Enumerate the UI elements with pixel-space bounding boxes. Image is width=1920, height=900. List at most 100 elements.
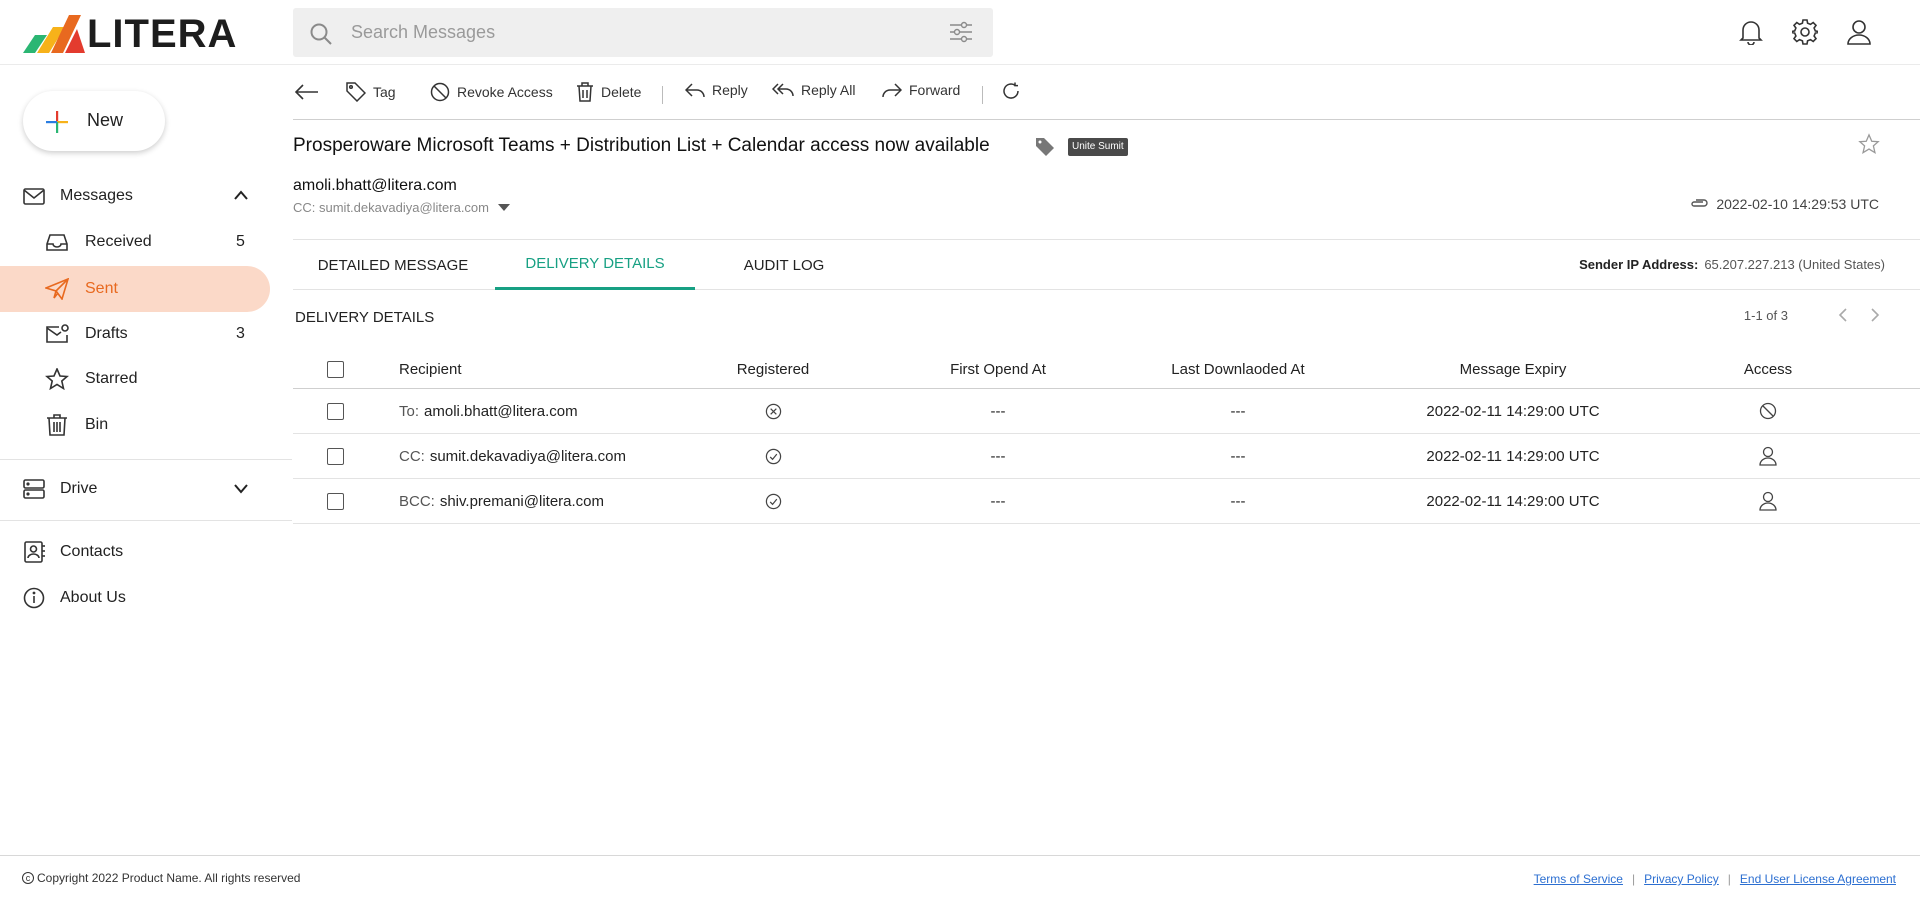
chevron-right-icon[interactable] bbox=[1870, 307, 1880, 323]
bell-icon[interactable] bbox=[1738, 18, 1764, 46]
toolbar-separator bbox=[982, 86, 983, 104]
col-first-opened[interactable]: First Opend At bbox=[893, 350, 1103, 388]
sidebar-messages[interactable]: Messages bbox=[0, 173, 270, 219]
chevron-down-icon[interactable] bbox=[233, 482, 249, 494]
sidebar-item-received[interactable]: Received 5 bbox=[0, 219, 270, 265]
sender-ip-value: 65.207.227.213 (United States) bbox=[1704, 257, 1885, 272]
expiry-value: 2022-02-11 14:29:00 UTC bbox=[1426, 402, 1600, 420]
cc-dropdown[interactable]: CC: sumit.dekavadiya@litera.com bbox=[293, 200, 510, 215]
sidebar-item-drafts[interactable]: Drafts 3 bbox=[0, 311, 270, 357]
recipient-type: BCC: bbox=[399, 492, 435, 510]
table-header: Recipient Registered First Opend At Last… bbox=[293, 350, 1920, 389]
forward-button-label: Forward bbox=[909, 82, 961, 98]
col-recipient[interactable]: Recipient bbox=[399, 350, 462, 388]
info-icon bbox=[23, 587, 45, 609]
search-input[interactable] bbox=[351, 18, 911, 47]
reply-all-button-label: Reply All bbox=[801, 82, 856, 98]
recipient-type: CC: bbox=[399, 447, 425, 465]
copyright-text: Copyright 2022 Product Name. All rights … bbox=[37, 871, 301, 885]
tag-outline-icon bbox=[346, 82, 366, 102]
pagination: 1-1 of 3 bbox=[1744, 307, 1880, 323]
chevron-left-icon[interactable] bbox=[1838, 307, 1848, 323]
recipient-email: shiv.premani@litera.com bbox=[439, 492, 605, 510]
revoke-access-button[interactable]: Revoke Access bbox=[430, 82, 553, 102]
privacy-link[interactable]: Privacy Policy bbox=[1644, 872, 1719, 886]
sidebar-item-starred[interactable]: Starred bbox=[0, 356, 270, 402]
tab-delivery-details[interactable]: DELIVERY DETAILS bbox=[495, 240, 695, 290]
user-icon[interactable] bbox=[1846, 18, 1872, 46]
sidebar-item-label: Bin bbox=[85, 416, 109, 433]
chevron-up-icon[interactable] bbox=[233, 189, 249, 201]
eula-link[interactable]: End User License Agreement bbox=[1740, 872, 1896, 886]
sidebar-contacts[interactable]: Contacts bbox=[0, 529, 270, 575]
tab-detailed-message[interactable]: DETAILED MESSAGE bbox=[293, 240, 493, 290]
select-all-checkbox[interactable] bbox=[327, 360, 344, 378]
registered-check-icon bbox=[765, 448, 781, 464]
col-message-expiry[interactable]: Message Expiry bbox=[1393, 350, 1633, 388]
attachment-icon bbox=[1691, 199, 1708, 207]
row-checkbox[interactable] bbox=[327, 492, 344, 510]
recipient-email: sumit.dekavadiya@litera.com bbox=[429, 447, 626, 465]
arrow-left-icon bbox=[295, 84, 318, 100]
terms-link[interactable]: Terms of Service bbox=[1534, 872, 1623, 886]
expiry-value: 2022-02-11 14:29:00 UTC bbox=[1426, 492, 1600, 510]
access-user-icon[interactable] bbox=[1759, 491, 1777, 511]
expiry-value: 2022-02-11 14:29:00 UTC bbox=[1426, 447, 1600, 465]
gear-icon[interactable] bbox=[1792, 18, 1818, 46]
sender-ip-label: Sender IP Address: bbox=[1579, 257, 1699, 272]
row-checkbox[interactable] bbox=[327, 402, 344, 420]
block-icon bbox=[430, 82, 450, 102]
delete-button[interactable]: Delete bbox=[576, 82, 641, 102]
sidebar-about-label: About Us bbox=[60, 589, 126, 606]
reply-button-label: Reply bbox=[712, 82, 748, 98]
tag-badge[interactable]: Unite Sumit bbox=[1068, 138, 1128, 156]
revoke-access-label: Revoke Access bbox=[457, 84, 553, 100]
message-subject: Prosperoware Microsoft Teams + Distribut… bbox=[293, 135, 990, 156]
inbox-icon bbox=[46, 234, 68, 251]
new-button[interactable]: New bbox=[23, 91, 165, 151]
sidebar-item-bin[interactable]: Bin bbox=[0, 402, 270, 448]
tab-label: DETAILED MESSAGE bbox=[317, 256, 469, 274]
tag-button[interactable]: Tag bbox=[346, 82, 396, 102]
col-last-downloaded[interactable]: Last Downlaoded At bbox=[1113, 350, 1363, 388]
drive-icon bbox=[23, 479, 45, 499]
first-opened-value: --- bbox=[990, 402, 1006, 420]
star-icon[interactable] bbox=[1858, 133, 1880, 155]
send-icon bbox=[45, 278, 69, 300]
recipient-type: To: bbox=[399, 402, 420, 420]
sidebar-about[interactable]: About Us bbox=[0, 575, 270, 621]
access-blocked-icon[interactable] bbox=[1759, 402, 1777, 420]
sidebar-item-label: Sent bbox=[85, 280, 118, 297]
message-toolbar: Tag Revoke Access Delete Reply Reply All… bbox=[293, 66, 1920, 120]
draft-icon bbox=[46, 324, 69, 343]
link-separator: | bbox=[1727, 872, 1731, 886]
trash-icon bbox=[47, 414, 67, 436]
delivery-table: Recipient Registered First Opend At Last… bbox=[293, 350, 1920, 524]
logo[interactable]: LITERA bbox=[23, 14, 237, 54]
sidebar-contacts-label: Contacts bbox=[60, 543, 124, 560]
message-tabs: DETAILED MESSAGE DELIVERY DETAILS AUDIT … bbox=[293, 240, 1920, 290]
link-separator: | bbox=[1631, 872, 1636, 886]
refresh-button[interactable] bbox=[1002, 82, 1027, 100]
section-title: DELIVERY DETAILS bbox=[295, 309, 435, 326]
back-button[interactable] bbox=[295, 84, 326, 100]
sidebar-item-sent[interactable]: Sent bbox=[0, 266, 270, 312]
sidebar-item-count: 3 bbox=[236, 325, 245, 342]
sidebar-drive[interactable]: Drive bbox=[0, 466, 270, 512]
access-user-icon[interactable] bbox=[1759, 446, 1777, 466]
filter-sliders-icon[interactable] bbox=[949, 21, 973, 43]
cc-text: CC: sumit.dekavadiya@litera.com bbox=[293, 200, 489, 215]
not-registered-icon bbox=[765, 403, 781, 419]
reply-button[interactable]: Reply bbox=[685, 82, 748, 98]
row-checkbox[interactable] bbox=[327, 447, 344, 465]
top-bar: LITERA bbox=[0, 0, 1920, 65]
logo-mark-icon bbox=[23, 15, 85, 53]
reply-all-button[interactable]: Reply All bbox=[772, 82, 855, 98]
tab-label: DELIVERY DETAILS bbox=[525, 255, 665, 272]
col-access[interactable]: Access bbox=[1693, 350, 1843, 388]
tab-audit-log[interactable]: AUDIT LOG bbox=[691, 240, 877, 290]
forward-button[interactable]: Forward bbox=[882, 82, 960, 98]
col-registered[interactable]: Registered bbox=[693, 350, 853, 388]
envelope-icon bbox=[23, 188, 45, 205]
table-row: CC: sumit.dekavadiya@litera.com --- --- … bbox=[293, 434, 1920, 479]
